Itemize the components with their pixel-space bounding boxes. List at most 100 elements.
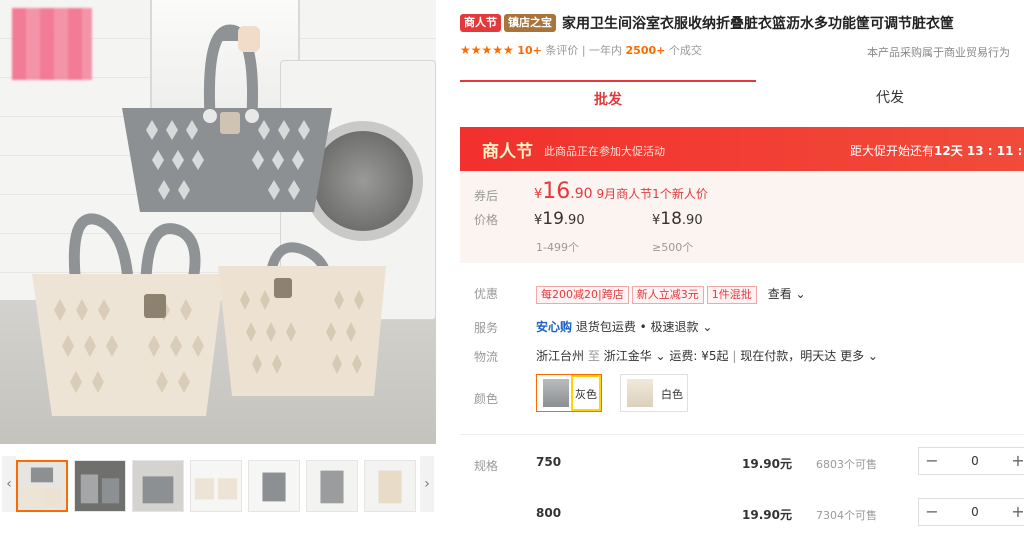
quantity-input[interactable]: 0 bbox=[945, 448, 1005, 474]
tab-wholesale[interactable]: 批发 bbox=[460, 80, 756, 116]
coupon-list: 每200减20|跨店 新人立减3元 1件混批 查看 ⌄ bbox=[536, 283, 806, 304]
spec-name: 750 bbox=[536, 455, 562, 469]
blurred-logo-mosaic bbox=[12, 8, 92, 80]
chevron-right-icon[interactable]: › bbox=[420, 456, 434, 512]
thumbnail-7[interactable] bbox=[364, 460, 416, 512]
spec-row: 750 19.90元 6803个可售 − 0 + bbox=[460, 443, 1024, 483]
tier-price-1: ¥19.90 bbox=[534, 209, 585, 229]
thumbnail-3-image bbox=[133, 461, 183, 511]
thumbnail-2[interactable] bbox=[74, 460, 126, 512]
rating-row: ★★★★★ 10+ 条评价 | 一年内 2500+ 个成交 本产品采购属于商业贸… bbox=[460, 42, 1024, 60]
dispatch-promise: 现在付款，明天达 bbox=[740, 349, 837, 363]
color-option-label: 白色 bbox=[661, 388, 683, 401]
promo-subtitle: 此商品正在参加大促活动 bbox=[544, 145, 665, 158]
gray-basket-illustration bbox=[122, 24, 332, 212]
thumbnail-6[interactable] bbox=[306, 460, 358, 512]
review-count[interactable]: 10+ bbox=[517, 44, 542, 57]
thumbnail-4-image bbox=[191, 461, 241, 511]
increment-button[interactable]: + bbox=[1005, 499, 1024, 525]
tab-dropship[interactable]: 代发 bbox=[756, 80, 1024, 116]
price-box: 券后 价格 ¥16.90 9月商人节1个新人价 ¥19.90 ¥18.90 1-4… bbox=[460, 171, 1024, 263]
cream-basket-left-illustration bbox=[32, 213, 224, 416]
thumbnail-strip: ‹ › bbox=[0, 456, 436, 516]
shipping-fee: 运费: ¥5起 bbox=[669, 349, 729, 363]
promo-countdown: 距大促开始还有12天 13 : 11 : 2 bbox=[850, 142, 1024, 159]
yearly-suffix: 个成交 bbox=[668, 44, 702, 57]
price-decimal: .90 bbox=[681, 213, 703, 228]
white-swatch-image bbox=[627, 379, 653, 407]
coupon-cross-store[interactable]: 每200减20|跨店 bbox=[536, 286, 629, 304]
coupon-mixed-batch[interactable]: 1件混批 bbox=[706, 286, 757, 304]
countdown-value: 12天 13 : 11 : 2 bbox=[934, 144, 1024, 158]
tag-store-treasure: 镇店之宝 bbox=[504, 13, 556, 32]
yearly-prefix: 一年内 bbox=[589, 44, 623, 57]
product-title: 家用卫生间浴室衣服收纳折叠脏衣篮沥水多功能筐可调节脏衣筐 bbox=[562, 15, 954, 32]
quantity-input[interactable]: 0 bbox=[945, 499, 1005, 525]
promo-festival-title: 商人节 bbox=[482, 142, 533, 162]
divider bbox=[460, 434, 1024, 435]
tag-merchant-festival: 商人节 bbox=[460, 13, 501, 32]
spec-price: 19.90元 bbox=[742, 508, 792, 522]
service-text: 退货包运费 • 极速退款 ⌄ bbox=[575, 320, 713, 334]
spec-row: 800 19.90元 7304个可售 − 0 + bbox=[460, 494, 1024, 534]
after-coupon-label: 券后 bbox=[474, 189, 499, 203]
ship-to-select[interactable]: 浙江金华 ⌄ bbox=[604, 349, 666, 363]
product-title-row: 商人节 镇店之宝 家用卫生间浴室衣服收纳折叠脏衣篮沥水多功能筐可调节脏衣筐 bbox=[460, 12, 1024, 34]
decrement-button[interactable]: − bbox=[919, 448, 945, 474]
thumbnail-1[interactable] bbox=[16, 460, 68, 512]
star-icon: ★★★★★ bbox=[460, 43, 514, 57]
decrement-button[interactable]: − bbox=[919, 499, 945, 525]
price-integer: 16 bbox=[542, 179, 571, 204]
thumbnail-3[interactable] bbox=[132, 460, 184, 512]
tier-price-2: ¥18.90 bbox=[652, 209, 703, 229]
spec-stock: 7304个可售 bbox=[816, 509, 877, 522]
separator: | bbox=[581, 44, 590, 57]
logistics-more[interactable]: 更多 ⌄ bbox=[840, 349, 878, 363]
separator: | bbox=[732, 349, 737, 363]
service-label: 服务 bbox=[474, 321, 499, 335]
product-page: ‹ › 商人节 镇店之宝 家用卫生间浴室衣服收纳折叠脏衣篮沥水多功能筐可调节脏衣… bbox=[0, 0, 1024, 547]
main-product-image[interactable] bbox=[0, 0, 436, 444]
ship-to-word: 至 bbox=[587, 349, 600, 363]
price-label: 价格 bbox=[474, 213, 499, 227]
thumbnail-6-image bbox=[307, 461, 357, 511]
thumbnail-2-image bbox=[75, 461, 125, 511]
chevron-left-icon[interactable]: ‹ bbox=[2, 456, 16, 512]
service-info[interactable]: 安心购 退货包运费 • 极速退款 ⌄ bbox=[536, 318, 712, 335]
ship-from: 浙江台州 bbox=[536, 349, 585, 363]
spec-stock: 6803个可售 bbox=[816, 458, 877, 471]
promo-banner: 商人节 此商品正在参加大促活动 距大促开始还有12天 13 : 11 : 2 bbox=[460, 127, 1024, 171]
after-coupon-price: ¥16.90 9月商人节1个新人价 bbox=[534, 179, 708, 204]
color-option-gray[interactable]: 灰色 bbox=[536, 374, 602, 412]
thumbnail-5[interactable] bbox=[248, 460, 300, 512]
thumbnail-4[interactable] bbox=[190, 460, 242, 512]
countdown-label: 距大促开始还有 bbox=[850, 144, 935, 158]
thumbnail-1-image bbox=[18, 462, 66, 510]
yearly-deal-count: 2500+ bbox=[625, 44, 666, 57]
logistics-info: 浙江台州 至 浙江金华 ⌄ 运费: ¥5起 | 现在付款，明天达 更多 ⌄ bbox=[536, 347, 878, 364]
gray-swatch-image bbox=[543, 379, 569, 407]
coupon-new-user[interactable]: 新人立减3元 bbox=[631, 286, 704, 304]
quantity-stepper: − 0 + bbox=[918, 447, 1024, 475]
review-count-suffix: 条评价 bbox=[545, 44, 579, 57]
purchase-tabs: 批发 代发 bbox=[460, 80, 1024, 116]
spec-name: 800 bbox=[536, 506, 562, 520]
price-decimal: .90 bbox=[563, 213, 585, 228]
color-option-white[interactable]: 白色 bbox=[620, 374, 688, 412]
tier-range-2: ≥500个 bbox=[652, 241, 694, 254]
business-note: 本产品采购属于商业贸易行为 bbox=[867, 46, 1010, 59]
price-decimal: .90 bbox=[570, 186, 593, 202]
price-integer: 18 bbox=[660, 209, 682, 229]
quantity-stepper: − 0 + bbox=[918, 498, 1024, 526]
offers-label: 优惠 bbox=[474, 287, 499, 301]
offers-see-more[interactable]: 查看 ⌄ bbox=[768, 287, 806, 301]
service-brand: 安心购 bbox=[536, 320, 573, 334]
thumbnail-5-image bbox=[249, 461, 299, 511]
tier-range-1: 1-499个 bbox=[536, 241, 579, 254]
logistics-label: 物流 bbox=[474, 350, 499, 364]
price-integer: 19 bbox=[542, 209, 564, 229]
cream-basket-right-illustration bbox=[218, 242, 386, 396]
increment-button[interactable]: + bbox=[1005, 448, 1024, 474]
color-option-label: 灰色 bbox=[575, 388, 597, 401]
color-label: 颜色 bbox=[474, 392, 499, 406]
